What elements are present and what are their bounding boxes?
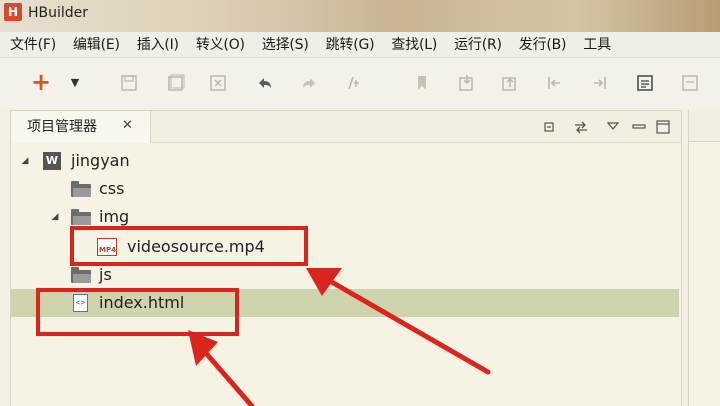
arrow-to-mp4 (306, 268, 491, 375)
annotation-arrows (188, 268, 491, 406)
arrow-to-html (188, 330, 255, 406)
